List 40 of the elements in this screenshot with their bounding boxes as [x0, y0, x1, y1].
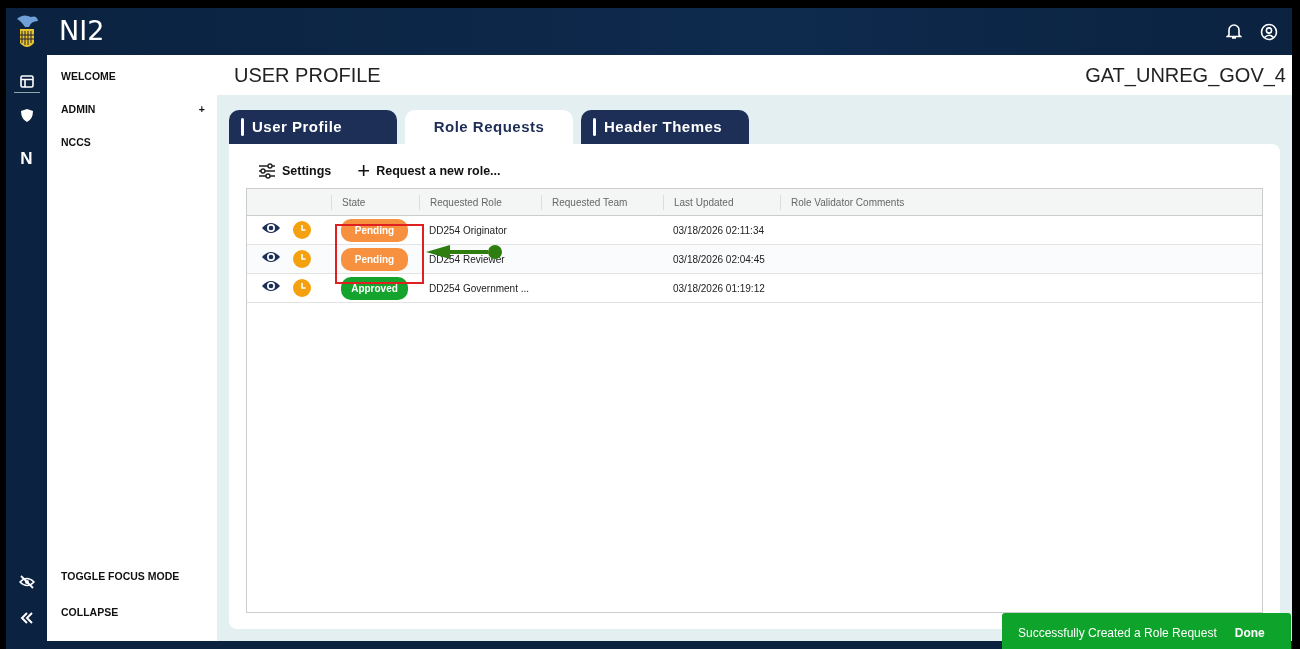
plus-icon: + — [357, 160, 371, 182]
tab[interactable]: Header Themes — [581, 110, 749, 144]
bell-icon[interactable] — [1226, 22, 1242, 40]
eye-icon[interactable] — [261, 279, 281, 293]
sidebar-item[interactable]: WELCOME — [61, 69, 116, 102]
page-title: USER PROFILE — [234, 63, 381, 88]
layout-icon[interactable] — [19, 75, 34, 89]
sidebar-item[interactable]: ADMIN — [61, 102, 96, 135]
request-role-button[interactable]: + Request a new role... — [357, 160, 501, 182]
sliders-icon — [258, 163, 276, 179]
sidebar-action[interactable]: COLLAPSE — [61, 605, 119, 641]
column-header[interactable]: Requested Team — [552, 196, 628, 208]
column-header[interactable]: State — [342, 196, 366, 208]
tab[interactable]: User Profile — [229, 110, 397, 144]
user-account-icon[interactable] — [1260, 22, 1278, 41]
table-cell: DD254 Originator — [429, 224, 507, 236]
letter-n-icon[interactable]: N — [20, 146, 33, 172]
sidebar-action[interactable]: TOGGLE FOCUS MODE — [61, 569, 180, 605]
column-header[interactable]: Last Updated — [674, 196, 734, 208]
expand-plus-icon[interactable]: + — [198, 102, 205, 135]
eye-slash-icon[interactable] — [18, 574, 35, 589]
eye-icon[interactable] — [261, 221, 281, 235]
table-cell: 03/18/2026 01:19:12 — [673, 282, 765, 294]
shield-icon[interactable] — [19, 108, 34, 124]
status-badge: Approved — [341, 276, 408, 300]
app-title: NI2 — [59, 14, 105, 49]
table-cell: 03/18/2026 02:11:34 — [673, 224, 764, 236]
double-chevron-icon[interactable] — [19, 611, 34, 624]
status-badge: Pending — [341, 218, 408, 242]
sidebar-item[interactable]: NCCS — [61, 135, 91, 168]
column-header[interactable]: Requested Role — [430, 196, 502, 208]
eye-icon[interactable] — [261, 250, 281, 264]
tab[interactable]: Role Requests — [405, 110, 573, 144]
username: GAT_UNREG_GOV_4 — [1085, 63, 1286, 89]
column-header[interactable]: Role Validator Comments — [791, 196, 905, 208]
toast-message: Successfully Created a Role Request — [1018, 625, 1217, 642]
status-badge: Pending — [341, 247, 408, 271]
table-cell: 03/18/2026 02:04:45 — [673, 253, 765, 265]
settings-button[interactable]: Settings — [258, 161, 332, 181]
table-cell: DD254 Government ... — [429, 282, 530, 294]
